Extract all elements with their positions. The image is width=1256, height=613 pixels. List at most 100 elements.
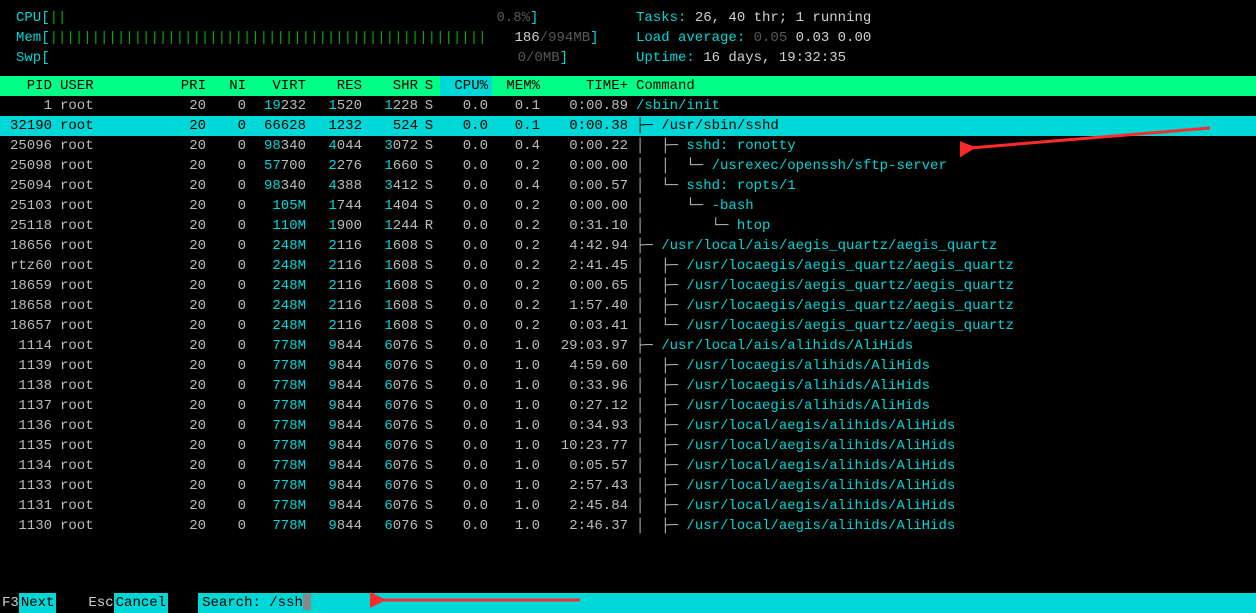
- process-row[interactable]: 25096root2009834040443072S0.00.40:00.22│…: [0, 136, 1256, 156]
- process-row[interactable]: 1131root200 778M98446076S0.01.02:45.84│ …: [0, 496, 1256, 516]
- process-row[interactable]: rtz60root200 248M21161608S0.00.22:41.45│…: [0, 256, 1256, 276]
- mem-used: 186: [515, 30, 540, 46]
- esc-cancel-button[interactable]: Cancel: [114, 593, 168, 613]
- cell-pri: 20: [166, 356, 210, 376]
- cell-res: 1900: [310, 216, 366, 236]
- process-row[interactable]: 25103root200 105M17441404S0.00.20:00.00│…: [0, 196, 1256, 216]
- col-cmd[interactable]: Command: [632, 76, 1256, 96]
- col-user[interactable]: USER: [56, 76, 166, 96]
- cell-user: root: [56, 256, 166, 276]
- cell-state: S: [422, 456, 440, 476]
- cell-pid: 18657: [0, 316, 56, 336]
- cell-user: root: [56, 356, 166, 376]
- cell-user: root: [56, 316, 166, 336]
- search-bar[interactable]: Search: /ssh: [198, 593, 1256, 613]
- process-row[interactable]: 1135root200 778M98446076S0.01.010:23.77│…: [0, 436, 1256, 456]
- cell-cpu: 0.0: [440, 176, 492, 196]
- cell-pri: 20: [166, 156, 210, 176]
- cell-ni: 0: [210, 296, 250, 316]
- cell-pid: 1139: [0, 356, 56, 376]
- cell-pid: 25094: [0, 176, 56, 196]
- cell-ni: 0: [210, 116, 250, 136]
- cell-mem: 1.0: [492, 416, 544, 436]
- cell-ni: 0: [210, 396, 250, 416]
- process-row[interactable]: 1137root200 778M98446076S0.01.00:27.12│ …: [0, 396, 1256, 416]
- cell-command: │ ├─ /usr/local/aegis/alihids/AliHids: [632, 496, 1256, 516]
- process-list[interactable]: 1root2001923215201228S0.00.10:00.89/sbin…: [0, 96, 1256, 536]
- process-row[interactable]: 25094root2009834043883412S0.00.40:00.57│…: [0, 176, 1256, 196]
- footer-bar: F3Next EscCancel Search: /ssh: [0, 593, 1256, 613]
- cell-pri: 20: [166, 436, 210, 456]
- cell-shr: 1404: [366, 196, 422, 216]
- process-row[interactable]: 1139root200 778M98446076S0.01.04:59.60│ …: [0, 356, 1256, 376]
- cell-pri: 20: [166, 476, 210, 496]
- cell-command: │ ├─ /usr/locaegis/aegis_quartz/aegis_qu…: [632, 276, 1256, 296]
- cell-user: root: [56, 136, 166, 156]
- cell-ni: 0: [210, 436, 250, 456]
- cell-state: S: [422, 296, 440, 316]
- cell-virt: 778M: [250, 336, 310, 356]
- col-pri[interactable]: PRI: [166, 76, 210, 96]
- cell-mem: 1.0: [492, 456, 544, 476]
- process-row[interactable]: 1134root200 778M98446076S0.01.00:05.57│ …: [0, 456, 1256, 476]
- cell-virt: 110M: [250, 216, 310, 236]
- cell-user: root: [56, 176, 166, 196]
- col-time[interactable]: TIME+: [544, 76, 632, 96]
- process-row[interactable]: 1136root200 778M98446076S0.01.00:34.93│ …: [0, 416, 1256, 436]
- cell-state: S: [422, 416, 440, 436]
- cell-mem: 0.2: [492, 296, 544, 316]
- cell-user: root: [56, 396, 166, 416]
- process-row[interactable]: 18658root200 248M21161608S0.00.21:57.40│…: [0, 296, 1256, 316]
- col-res[interactable]: RES: [310, 76, 366, 96]
- process-row[interactable]: 18656root200 248M21161608S0.00.24:42.94├…: [0, 236, 1256, 256]
- cell-cpu: 0.0: [440, 296, 492, 316]
- columns-header[interactable]: PID USER PRI NI VIRT RES SHR S CPU% MEM%…: [0, 76, 1256, 96]
- col-ni[interactable]: NI: [210, 76, 250, 96]
- cell-command: │ ├─ /usr/local/aegis/alihids/AliHids: [632, 456, 1256, 476]
- col-memp[interactable]: MEM%: [492, 76, 544, 96]
- cell-shr: 524: [366, 116, 422, 136]
- col-virt[interactable]: VIRT: [250, 76, 310, 96]
- cell-pid: 1135: [0, 436, 56, 456]
- cell-pri: 20: [166, 336, 210, 356]
- cell-user: root: [56, 236, 166, 256]
- col-pid[interactable]: PID: [0, 76, 56, 96]
- cell-pid: 25118: [0, 216, 56, 236]
- process-row[interactable]: 25098root2005770022761660S0.00.20:00.00│…: [0, 156, 1256, 176]
- process-row[interactable]: 1130root200 778M98446076S0.01.02:46.37│ …: [0, 516, 1256, 536]
- col-s[interactable]: S: [422, 76, 440, 96]
- col-shr[interactable]: SHR: [366, 76, 422, 96]
- process-row[interactable]: 18657root200 248M21161608S0.00.20:03.41│…: [0, 316, 1256, 336]
- cell-shr: 1608: [366, 316, 422, 336]
- cpu-value: 0.8%: [496, 10, 530, 26]
- cell-pri: 20: [166, 416, 210, 436]
- cell-user: root: [56, 456, 166, 476]
- cell-ni: 0: [210, 156, 250, 176]
- process-row[interactable]: 1114root200 778M98446076S0.01.029:03.97├…: [0, 336, 1256, 356]
- cell-shr: 6076: [366, 496, 422, 516]
- cell-time: 4:42.94: [544, 236, 632, 256]
- col-cpup[interactable]: CPU%: [440, 76, 492, 96]
- process-row[interactable]: 1root2001923215201228S0.00.10:00.89/sbin…: [0, 96, 1256, 116]
- process-row[interactable]: 18659root200 248M21161608S0.00.20:00.65│…: [0, 276, 1256, 296]
- process-row[interactable]: 1138root200 778M98446076S0.01.00:33.96│ …: [0, 376, 1256, 396]
- cell-ni: 0: [210, 496, 250, 516]
- cell-cpu: 0.0: [440, 416, 492, 436]
- cell-ni: 0: [210, 96, 250, 116]
- cell-ni: 0: [210, 456, 250, 476]
- cell-mem: 0.4: [492, 176, 544, 196]
- process-row[interactable]: 25118root200 110M19001244R0.00.20:31.10│…: [0, 216, 1256, 236]
- cpu-bars: ||: [50, 10, 67, 26]
- cell-shr: 1608: [366, 236, 422, 256]
- cell-pri: 20: [166, 376, 210, 396]
- cell-pid: 32190: [0, 116, 56, 136]
- cell-mem: 0.2: [492, 256, 544, 276]
- f3-next-button[interactable]: Next: [19, 593, 57, 613]
- cell-res: 9844: [310, 436, 366, 456]
- process-row[interactable]: 1133root200 778M98446076S0.01.02:57.43│ …: [0, 476, 1256, 496]
- cpu-meter: CPU[||0.8%]: [16, 8, 636, 28]
- process-row[interactable]: 32190root200666281232524S0.00.10:00.38├─…: [0, 116, 1256, 136]
- cell-state: S: [422, 436, 440, 456]
- cell-mem: 1.0: [492, 396, 544, 416]
- cell-mem: 1.0: [492, 516, 544, 536]
